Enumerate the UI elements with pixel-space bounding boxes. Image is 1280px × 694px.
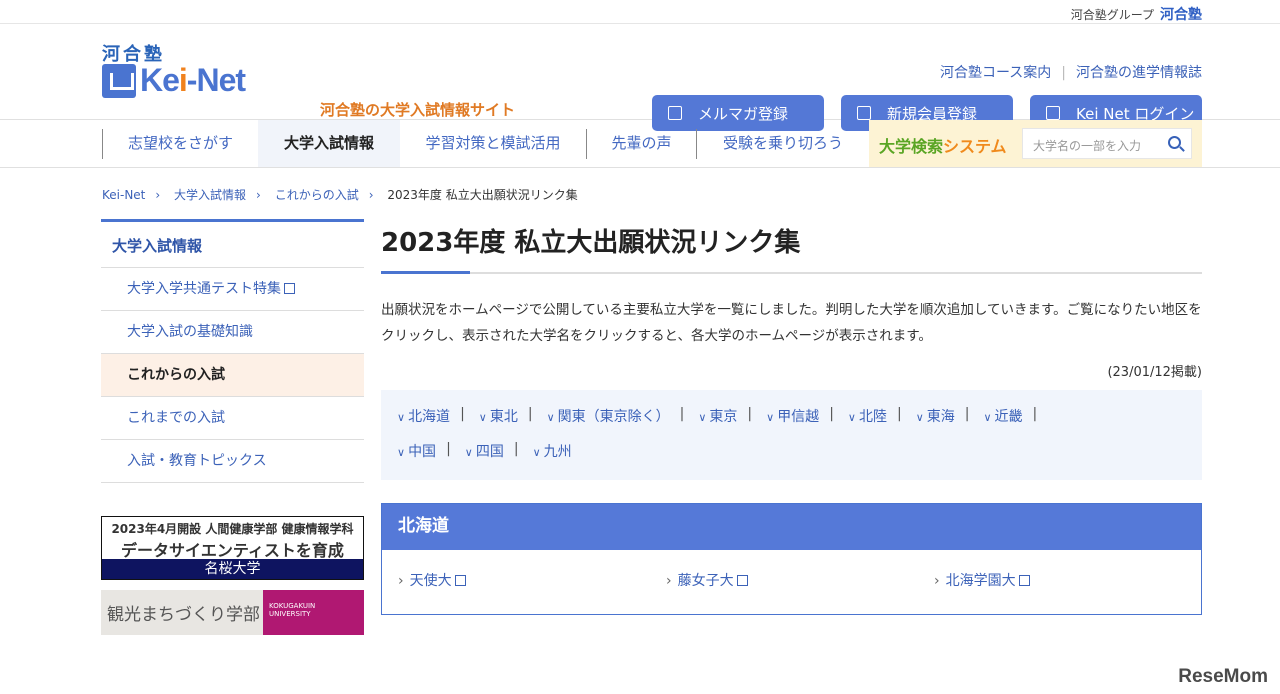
region-separator: | xyxy=(829,406,834,422)
nav-study[interactable]: 学習対策と模試活用 xyxy=(400,120,586,167)
sidebar: 大学入試情報 大学入学共通テスト特集 大学入試の基礎知識 これからの入試 これま… xyxy=(101,219,364,483)
banner-text: 名桜大学 xyxy=(102,559,363,579)
course-guide-link[interactable]: 河合塾コース案内 xyxy=(940,65,1051,81)
section-title: 北海道 xyxy=(382,504,1201,550)
title-part: システム xyxy=(943,137,1007,156)
region-separator: | xyxy=(446,441,451,457)
header-links: 河合塾コース案内 | 河合塾の進学情報誌 xyxy=(940,62,1202,82)
title-underline xyxy=(381,271,1202,274)
sidebar-heading[interactable]: 大学入試情報 xyxy=(101,219,364,268)
item-label: 大学入学共通テスト特集 xyxy=(127,281,281,297)
university-link[interactable]: 北海学園大 xyxy=(934,570,1030,590)
banner-text: 2023年4月開設 人間健康学部 健康情報学科 xyxy=(111,522,354,536)
logo-part: Ke xyxy=(140,62,180,98)
search-icon[interactable] xyxy=(1168,136,1181,149)
region-separator: | xyxy=(747,406,753,422)
group-label: 河合塾グループ xyxy=(1070,8,1154,22)
region-separator: | xyxy=(513,441,519,457)
banner-text: データサイエンティストを育成 xyxy=(121,541,344,560)
kokugakuin-banner[interactable]: 観光まちづくり学部 KOKUGAKUIN UNIVERSITY xyxy=(101,590,364,635)
region-link[interactable]: 中国 xyxy=(397,441,436,461)
kei-net-logo[interactable]: Kei-Net xyxy=(102,62,246,99)
placeholder: 大学名の一部を入力 xyxy=(1033,139,1142,153)
sidebar-item-basics[interactable]: 大学入試の基礎知識 xyxy=(101,311,364,354)
title-part: 大学検索 xyxy=(879,137,944,156)
university-search-input[interactable]: 大学名の一部を入力 xyxy=(1022,128,1192,159)
breadcrumb-current: 2023年度 私立大出願状況リンク集 xyxy=(387,188,578,202)
link-label: 藤女子大 xyxy=(677,573,734,589)
region-separator: | xyxy=(460,406,465,422)
region-link[interactable]: 九州 xyxy=(533,441,572,461)
region-link[interactable]: 北海道 xyxy=(397,406,450,426)
meio-university-banner[interactable]: 2023年4月開設 人間健康学部 健康情報学科 データサイエンティストを育成 名… xyxy=(101,516,364,580)
mail-icon xyxy=(668,106,682,120)
link-label: 天使大 xyxy=(409,573,452,589)
nav-support[interactable]: 受験を乗り切ろう xyxy=(697,120,869,167)
region-section-hokkaido: 北海道 天使大 藤女子大 北海学園大 xyxy=(381,503,1202,615)
magazine-link[interactable]: 河合塾の進学情報誌 xyxy=(1076,65,1202,81)
breadcrumb: Kei-Net › 大学入試情報 › これからの入試 › 2023年度 私立大出願状況… xyxy=(102,186,588,203)
chevron-right-icon: › xyxy=(368,188,374,202)
region-nav: 北海道 | 東北 | 関東（東京除く） | 東京 | 甲信越 | 北陸 | 東海 | 近畿 | 中国 | 四国 | 九… xyxy=(381,390,1202,480)
region-link[interactable]: 四国 xyxy=(465,441,504,461)
region-link[interactable]: 甲信越 xyxy=(766,406,819,426)
site-tagline: 河合塾の大学入試情報サイト xyxy=(320,101,516,119)
chevron-right-icon: › xyxy=(155,188,161,202)
sidebar-item-upcoming[interactable]: これからの入試 xyxy=(101,354,364,397)
university-link[interactable]: 藤女子大 xyxy=(666,570,748,590)
kawaijuku-logo: 河合塾 xyxy=(1160,7,1202,23)
breadcrumb-link[interactable]: Kei-Net xyxy=(102,188,145,202)
sidebar-item-common-test[interactable]: 大学入学共通テスト特集 xyxy=(101,268,364,311)
region-link[interactable]: 東京 xyxy=(698,406,737,426)
external-link-icon xyxy=(284,283,295,294)
region-link[interactable]: 北陸 xyxy=(848,406,887,426)
region-separator: | xyxy=(964,406,970,422)
breadcrumb-link[interactable]: これからの入試 xyxy=(275,188,359,202)
region-separator: | xyxy=(679,406,685,422)
user-icon xyxy=(857,106,871,120)
link-separator: | xyxy=(1061,65,1066,81)
sidebar-item-topics[interactable]: 入試・教育トピックス xyxy=(101,440,364,483)
region-link[interactable]: 近畿 xyxy=(983,406,1023,426)
nav-voices[interactable]: 先輩の声 xyxy=(587,120,696,167)
intro-text: 出願状況をホームページで公開している主要私立大学を一覧にしました。判明した大学を… xyxy=(381,302,1202,344)
link-label: 北海学園大 xyxy=(945,573,1016,589)
region-link[interactable]: 東北 xyxy=(479,406,518,426)
group-link[interactable]: 河合塾グループ 河合塾 xyxy=(1071,4,1202,24)
external-link-icon xyxy=(454,575,466,586)
region-separator: | xyxy=(527,406,533,422)
region-separator: | xyxy=(1032,406,1038,422)
university-link[interactable]: 天使大 xyxy=(398,570,466,590)
group-bar: 河合塾グループ 河合塾 xyxy=(0,0,1280,24)
region-separator: | xyxy=(896,406,902,422)
global-nav: 志望校をさがす 大学入試情報 学習対策と模試活用 先輩の声 受験を乗り切ろう 大… xyxy=(0,120,1280,168)
posted-date: (23/01/12掲載) xyxy=(1107,365,1202,380)
nav-exam-info[interactable]: 大学入試情報 xyxy=(258,120,400,167)
site-header: 河合塾 Kei-Net 河合塾の大学入試情報サイト 河合塾コース案内 | 河合塾の進… xyxy=(0,24,1280,131)
breadcrumb-link[interactable]: 大学入試情報 xyxy=(174,188,246,202)
university-search: 大学検索システム 大学名の一部を入力 xyxy=(869,120,1202,167)
chevron-right-icon: › xyxy=(256,188,261,202)
nav-find-school[interactable]: 志望校をさがす xyxy=(103,120,258,167)
logo-part: i xyxy=(178,62,188,98)
region-link[interactable]: 東海 xyxy=(916,406,955,426)
region-link[interactable]: 関東（東京除く） xyxy=(547,406,670,426)
banner-brand: KOKUGAKUIN UNIVERSITY xyxy=(263,590,364,635)
login-icon xyxy=(1046,106,1060,120)
page-title: 2023年度 私立大出願状況リンク集 xyxy=(381,228,801,258)
external-link-icon xyxy=(736,575,748,586)
logo-part: -Net xyxy=(186,62,246,98)
external-link-icon xyxy=(1018,575,1030,586)
logo-wordmark: Kei-Net xyxy=(140,62,246,99)
watermark: ReseMom xyxy=(1178,666,1268,687)
book-icon xyxy=(102,63,136,98)
search-system-title: 大学検索システム xyxy=(879,133,1007,157)
sidebar-item-past[interactable]: これまでの入試 xyxy=(101,397,364,440)
